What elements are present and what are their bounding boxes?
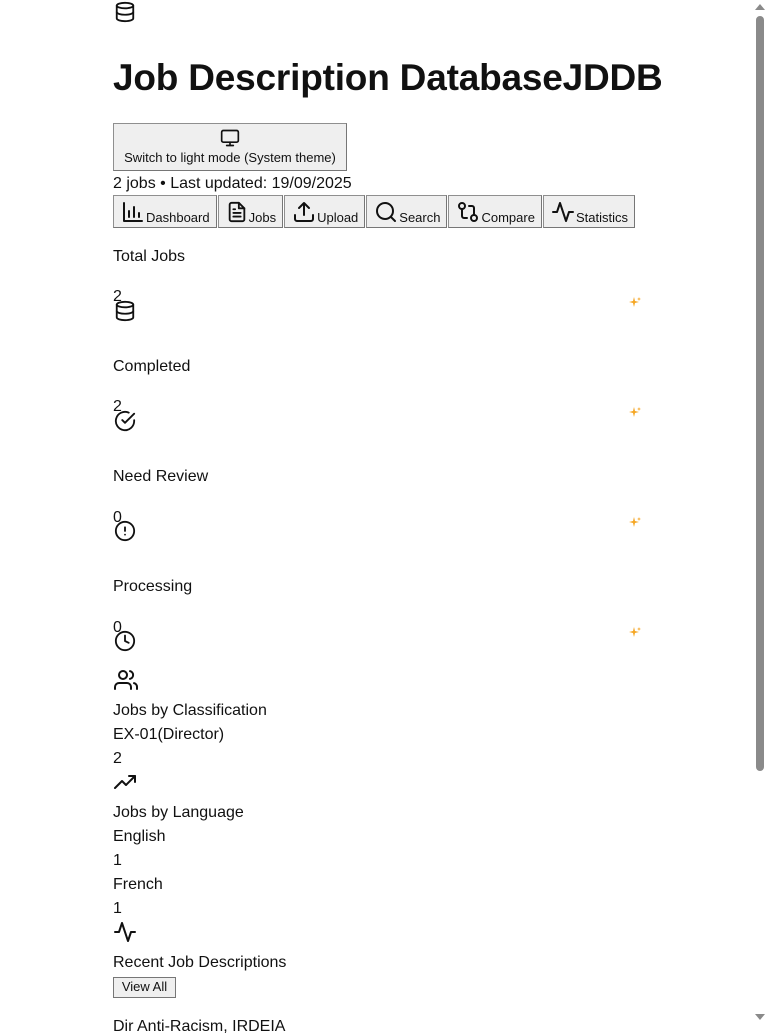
database-icon <box>114 1 136 23</box>
language-item-count: 1 <box>113 852 122 869</box>
classification-title: Jobs by Classification <box>113 702 267 719</box>
nav-dashboard-button[interactable]: Dashboard <box>113 195 217 228</box>
main-nav: Dashboard Jobs Upload Search Compare Sta… <box>113 195 636 228</box>
stat-label: Processing <box>113 578 193 595</box>
check-circle-icon <box>114 410 136 432</box>
activity-icon <box>551 200 575 224</box>
nav-statistics-label: Statistics <box>575 210 628 225</box>
scrollbar-thumb[interactable] <box>756 16 764 771</box>
language-item-name: French <box>113 876 163 893</box>
nav-jobs-button[interactable]: Jobs <box>217 195 284 228</box>
scroll-up-arrow[interactable] <box>755 4 765 10</box>
alert-circle-icon <box>114 520 136 542</box>
monitor-icon <box>219 128 241 148</box>
activity-icon <box>113 920 137 944</box>
nav-compare-label: Compare <box>481 210 535 225</box>
recent-title: Recent Job Descriptions <box>113 954 287 971</box>
stat-label: Need Review <box>113 468 209 485</box>
users-icon <box>114 668 138 692</box>
recent-job-link[interactable]: Dir Anti-Racism, IRDEIA <box>113 1018 285 1036</box>
bar-chart-icon <box>121 200 145 224</box>
nav-upload-button[interactable]: Upload <box>284 195 366 228</box>
language-item-name: English <box>113 828 166 845</box>
nav-jobs-label: Jobs <box>248 210 277 225</box>
upload-icon <box>292 200 316 224</box>
language-title: Jobs by Language <box>113 804 244 821</box>
nav-compare-button[interactable]: Compare <box>448 195 542 228</box>
clock-icon <box>114 630 136 652</box>
git-compare-icon <box>456 200 480 224</box>
file-text-icon <box>226 200 248 224</box>
stat-label: Completed <box>113 358 191 375</box>
nav-statistics-button[interactable]: Statistics <box>542 195 635 228</box>
nav-search-label: Search <box>399 210 441 225</box>
page-title: Job Description DatabaseJDDB <box>113 57 663 98</box>
sparkle-icon <box>629 516 641 528</box>
scrollbar[interactable] <box>753 0 768 1024</box>
sparkle-icon <box>629 296 641 308</box>
stat-label: Total Jobs <box>113 248 186 265</box>
classification-item-name: EX-01(Director) <box>113 726 225 743</box>
search-icon <box>374 200 398 224</box>
classification-item-count: 2 <box>113 750 122 767</box>
view-all-button[interactable]: View All <box>113 977 176 998</box>
theme-toggle-button[interactable]: Switch to light mode (System theme) <box>113 123 347 171</box>
theme-toggle-label: Switch to light mode (System theme) <box>124 150 336 165</box>
language-item-count: 1 <box>113 900 122 917</box>
scroll-down-arrow[interactable] <box>755 1014 765 1020</box>
sparkle-icon <box>629 626 641 638</box>
nav-search-button[interactable]: Search <box>366 195 448 228</box>
nav-dashboard-label: Dashboard <box>146 210 210 225</box>
trending-up-icon <box>113 772 137 792</box>
database-icon <box>114 300 136 322</box>
nav-upload-label: Upload <box>317 210 359 225</box>
page-subtitle: 2 jobs • Last updated: 19/09/2025 <box>113 175 352 192</box>
sparkle-icon <box>629 406 641 418</box>
